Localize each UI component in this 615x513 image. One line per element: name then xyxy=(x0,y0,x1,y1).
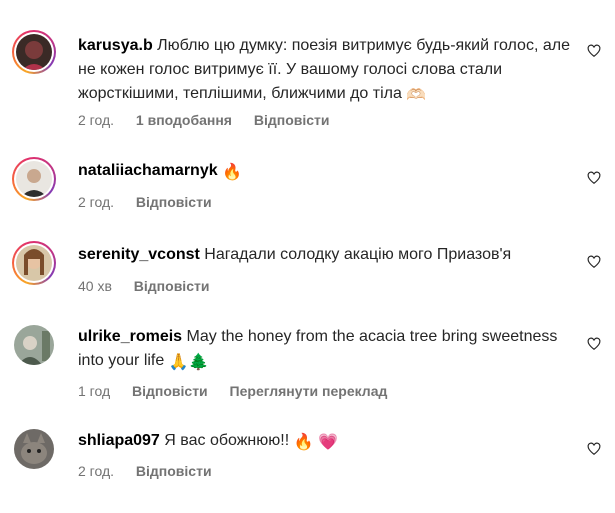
reply-button[interactable]: Відповісти xyxy=(136,194,212,210)
emoji: 🔥 xyxy=(222,164,242,181)
comment-text: serenity_vconst Нагадали солодку акацію … xyxy=(78,243,578,267)
emoji: 🙏🌲 xyxy=(168,354,209,371)
comment-body: Нагадали солодку акацію мого Приазов'я xyxy=(204,246,512,263)
username[interactable]: shliapa097 xyxy=(78,432,160,449)
heart-outline-icon[interactable] xyxy=(587,171,601,185)
avatar[interactable] xyxy=(14,429,54,469)
comment-meta: 1 год Відповісти Переглянути переклад xyxy=(78,381,405,401)
avatar-story-ring[interactable] xyxy=(12,30,56,74)
heart-outline-icon[interactable] xyxy=(587,255,601,269)
comment-meta: 2 год. 1 вподобання Відповісти xyxy=(78,110,348,130)
avatar xyxy=(16,161,52,197)
username[interactable]: nataliiachamarnyk xyxy=(78,162,218,179)
avatar xyxy=(16,34,52,70)
reply-button[interactable]: Відповісти xyxy=(254,112,330,128)
timestamp: 2 год. xyxy=(78,194,115,210)
username[interactable]: ulrike_romeis xyxy=(78,328,182,345)
avatar xyxy=(16,245,52,281)
avatar-story-ring[interactable] xyxy=(12,241,56,285)
heart-outline-icon[interactable] xyxy=(587,442,601,456)
timestamp: 1 год xyxy=(78,383,111,399)
timestamp: 2 год. xyxy=(78,112,115,128)
reply-button[interactable]: Відповісти xyxy=(132,383,208,399)
comment-text: ulrike_romeis May the honey from the aca… xyxy=(78,325,578,375)
emoji: 🫶🏻 xyxy=(406,87,427,104)
comment-text: nataliiachamarnyk 🔥 xyxy=(78,159,578,185)
heart-outline-icon[interactable] xyxy=(587,337,601,351)
heart-outline-icon[interactable] xyxy=(587,44,601,58)
comment-body: Я вас обожнюю!! xyxy=(164,432,290,449)
username[interactable]: karusya.b xyxy=(78,37,153,54)
comment-text: shliapa097 Я вас обожнюю!! 🔥 💗 xyxy=(78,429,578,455)
avatar[interactable] xyxy=(14,325,54,365)
reply-button[interactable]: Відповісти xyxy=(136,463,212,479)
emoji: 🔥 💗 xyxy=(293,434,338,451)
comment-meta: 40 хв Відповісти xyxy=(78,276,227,296)
username[interactable]: serenity_vconst xyxy=(78,246,200,263)
comment-meta: 2 год. Відповісти xyxy=(78,192,230,212)
comment-text: karusya.b Люблю цю думку: поезія витриму… xyxy=(78,34,578,108)
timestamp: 2 год. xyxy=(78,463,115,479)
comment-meta: 2 год. Відповісти xyxy=(78,461,230,481)
timestamp: 40 хв xyxy=(78,278,112,294)
reply-button[interactable]: Відповісти xyxy=(134,278,210,294)
avatar-story-ring[interactable] xyxy=(12,157,56,201)
likes-count[interactable]: 1 вподобання xyxy=(136,112,232,128)
translate-button[interactable]: Переглянути переклад xyxy=(230,383,388,399)
